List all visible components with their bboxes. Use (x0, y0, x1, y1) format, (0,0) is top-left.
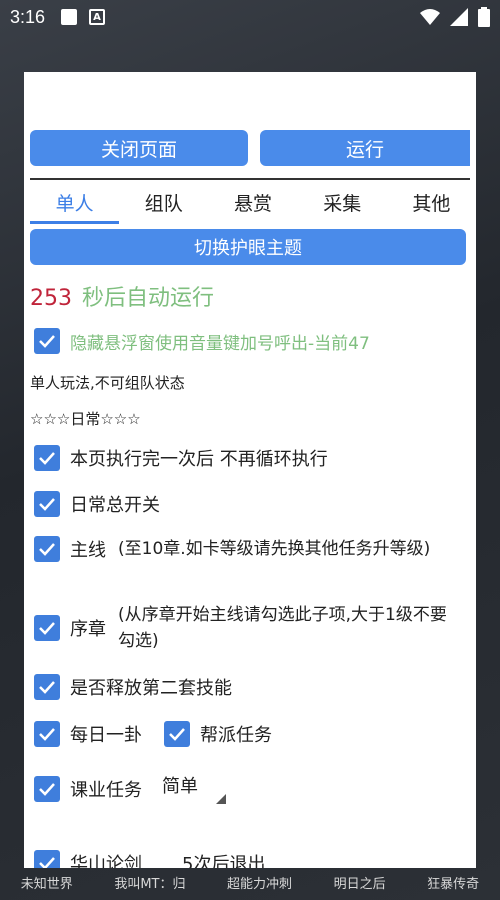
background-app-strip: 未知世界 我叫MT：归 超能力冲刺 明日之后 狂暴传奇 (0, 864, 500, 900)
battery-icon (478, 7, 490, 27)
bg-app-label: 未知世界 (20, 876, 73, 892)
option-hide-float[interactable]: 隐藏悬浮窗使用音量键加号呼出-当前47 (34, 328, 370, 354)
countdown-seconds: 253 (30, 286, 72, 311)
checkbox-checked[interactable] (34, 536, 60, 562)
option-label: 本页执行完一次后 不再循环执行 (70, 449, 328, 470)
option-label: 课业任务 (70, 780, 142, 801)
notification-app-icon: A (89, 9, 106, 25)
status-time: 3:16 (10, 6, 46, 27)
status-bar: 3:16 A (0, 0, 500, 34)
check-icon (39, 783, 55, 796)
option-huashan[interactable]: 华山论剑 5次后退出 (34, 850, 265, 868)
tab-single[interactable]: 单人 (30, 186, 120, 224)
run-button[interactable]: 运行 (260, 130, 470, 166)
check-icon (39, 452, 55, 465)
checkbox-checked[interactable] (34, 491, 60, 517)
check-icon (39, 681, 55, 694)
top-button-row: 关闭页面 运行 (30, 130, 470, 166)
bg-app-label: 狂暴传奇 (427, 876, 480, 892)
option-description: (至10章.如卡等级请先换其他任务升等级) (118, 539, 431, 559)
option-label: 序章 (70, 619, 106, 640)
notification-square-icon (61, 9, 78, 25)
checkbox-checked[interactable] (34, 445, 60, 471)
option-label: 主线 (70, 540, 106, 561)
tab-bounty[interactable]: 悬赏 (208, 186, 297, 224)
bg-app-label: 明日之后 (333, 876, 386, 892)
option-label: 日常总开关 (70, 495, 160, 516)
close-page-button[interactable]: 关闭页面 (30, 130, 248, 166)
checkbox-checked[interactable] (34, 850, 60, 868)
check-icon (39, 857, 55, 868)
checkbox-checked[interactable] (34, 776, 60, 802)
script-config-panel: 关闭页面 运行 单人 组队 悬赏 采集 其他 切换护眼主题 253 秒后自动运行… (24, 72, 476, 868)
tab-team[interactable]: 组队 (119, 186, 208, 224)
option-label: 每日一卦 (70, 725, 142, 746)
option-description: (从序章开始主线请勾选此子项,大于1级不要勾选) (118, 605, 447, 651)
option-label: 帮派任务 (200, 725, 272, 746)
option-daily-master[interactable]: 日常总开关 (34, 491, 160, 517)
checkbox-checked[interactable] (34, 721, 60, 747)
checkbox-checked[interactable] (34, 615, 60, 641)
course-difficulty-select[interactable]: 简单 (156, 772, 226, 806)
status-icons (420, 7, 490, 27)
tab-gather[interactable]: 采集 (298, 186, 387, 224)
signal-icon (450, 8, 468, 26)
option-daily-divination[interactable]: 每日一卦 (34, 721, 142, 747)
option-guild-task[interactable]: 帮派任务 (164, 721, 272, 747)
mode-note: 单人玩法,不可组队状态 (30, 374, 185, 392)
auto-run-countdown: 253 秒后自动运行 (30, 280, 214, 312)
option-no-loop[interactable]: 本页执行完一次后 不再循环执行 (34, 445, 328, 471)
countdown-text: 秒后自动运行 (82, 286, 215, 311)
check-icon (169, 728, 185, 741)
check-icon (39, 543, 55, 556)
checkbox-checked[interactable] (34, 674, 60, 700)
toggle-eye-theme-button[interactable]: 切换护眼主题 (30, 229, 466, 265)
check-icon (39, 498, 55, 511)
bg-app-label: 我叫MT：归 (114, 876, 186, 892)
check-icon (39, 335, 55, 348)
option-second-skill[interactable]: 是否释放第二套技能 (34, 674, 232, 700)
option-label: 隐藏悬浮窗使用音量键加号呼出-当前47 (70, 333, 370, 354)
wifi-icon (420, 9, 440, 25)
checkbox-checked[interactable] (34, 328, 60, 354)
daily-section-header: ☆☆☆日常☆☆☆ (30, 410, 141, 428)
option-label: 是否释放第二套技能 (70, 678, 232, 699)
option-prologue[interactable]: 序章 (从序章开始主线请勾选此子项,大于1级不要勾选) (34, 602, 458, 654)
option-course-task[interactable]: 课业任务 简单 (34, 772, 226, 806)
mode-tabs: 单人 组队 悬赏 采集 其他 (30, 186, 476, 224)
checkbox-checked[interactable] (164, 721, 190, 747)
option-description: 5次后退出 (182, 854, 266, 868)
check-icon (39, 622, 55, 635)
option-label: 华山论剑 (70, 854, 142, 868)
bg-app-label: 超能力冲刺 (227, 876, 293, 892)
check-icon (39, 728, 55, 741)
tab-other[interactable]: 其他 (387, 186, 476, 224)
divider (30, 178, 470, 180)
option-main-line[interactable]: 主线 (至10章.如卡等级请先换其他任务升等级) (34, 536, 458, 562)
